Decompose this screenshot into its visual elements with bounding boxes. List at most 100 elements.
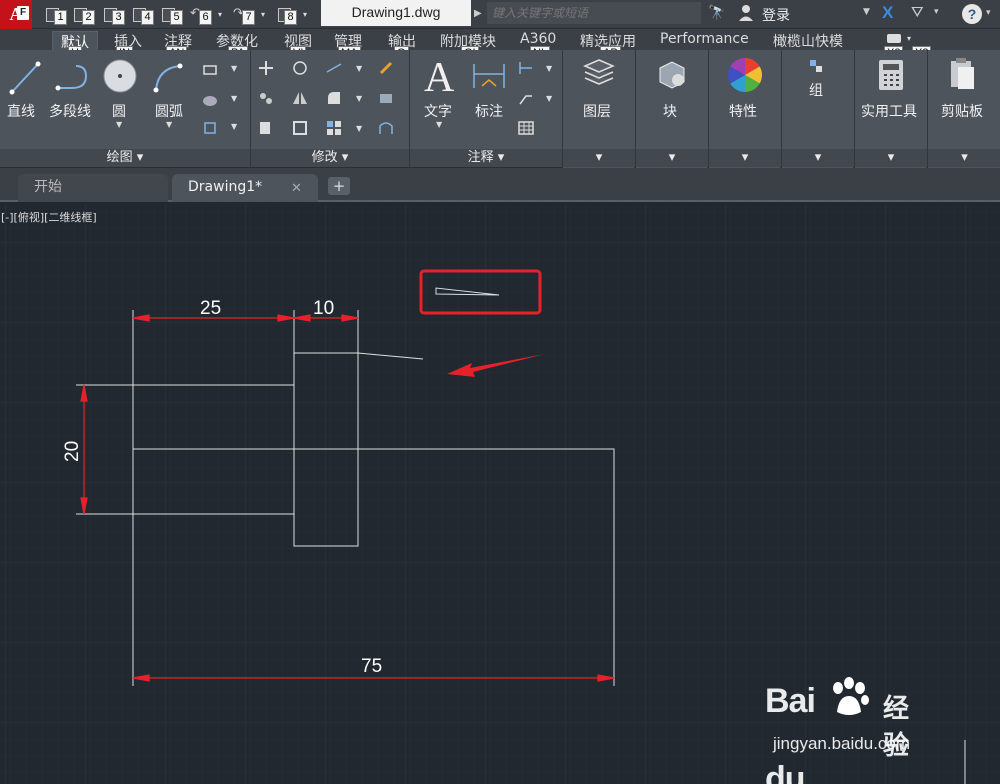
boundary-dropdown-icon[interactable]: ▼ [231, 122, 237, 131]
hatch-icon[interactable] [202, 92, 218, 108]
leader-icon[interactable] [518, 90, 534, 106]
layers-panel[interactable]: 图层 ▾ [562, 50, 635, 168]
fillet-icon[interactable] [326, 90, 342, 106]
circle-icon [103, 59, 137, 93]
stretch-icon[interactable] [258, 120, 274, 136]
rectangle-icon[interactable] [202, 62, 218, 78]
modify-panel-title[interactable]: 修改 ▾ [251, 149, 409, 167]
user-icon[interactable] [738, 4, 754, 22]
search-input[interactable] [487, 2, 701, 24]
a360-icon[interactable]: ⛛ [911, 3, 924, 21]
block-expand-icon[interactable]: ▾ [636, 149, 708, 167]
binoculars-icon[interactable]: 🔭 [708, 5, 725, 21]
qa-redo-button[interactable]: ↷ 7 [232, 5, 255, 25]
linear-dim-icon[interactable] [518, 60, 534, 76]
utilities-panel[interactable]: 实用工具 ▾ [854, 50, 927, 168]
circle-dropdown-icon[interactable]: ▼ [116, 120, 122, 129]
text-dropdown-icon[interactable]: ▼ [436, 120, 442, 129]
tab-olive-quick[interactable]: 橄榄山快模 [773, 31, 843, 51]
explode-icon[interactable] [378, 90, 394, 106]
layers-expand-icon[interactable]: ▾ [563, 149, 635, 167]
rectangle-dropdown-icon[interactable]: ▼ [231, 64, 237, 73]
hatch-dropdown-icon[interactable]: ▼ [231, 94, 237, 103]
scale-icon[interactable] [292, 120, 308, 136]
group-label: 组 [809, 83, 823, 99]
qa-web-button[interactable]: 5 [160, 5, 183, 25]
undo-dropdown-icon[interactable]: ▾ [218, 10, 222, 19]
table-icon[interactable] [518, 120, 534, 136]
utilities-expand-icon[interactable]: ▾ [855, 149, 927, 167]
ribbon-tab-bar: 默认 插入 注释 参数化 视图 管理 输出 附加模块 A360 精选应用 Per… [0, 29, 1000, 51]
tab-a360[interactable]: A360 [520, 31, 556, 47]
array-dropdown-icon[interactable]: ▼ [356, 124, 362, 133]
trim-icon[interactable] [326, 60, 342, 76]
leader-dropdown-icon[interactable]: ▼ [546, 94, 552, 103]
circle-button[interactable]: 圆 [112, 101, 126, 121]
text-button[interactable]: 文字 [424, 101, 452, 121]
tab-performance[interactable]: Performance [660, 31, 749, 47]
dim-10-text[interactable]: 10 [313, 298, 334, 319]
group-icon [810, 60, 822, 72]
tab-start[interactable]: 开始 [18, 174, 168, 202]
qa-open-button[interactable]: 2 [72, 5, 95, 25]
document-tab-bar: 开始 Drawing1* [0, 168, 1000, 202]
boundary-icon[interactable] [202, 120, 218, 136]
draw-panel-title[interactable]: 绘图 ▾ [0, 149, 250, 167]
dim-20-text[interactable]: 20 [62, 441, 83, 462]
trim-dropdown-icon[interactable]: ▼ [356, 64, 362, 73]
keytip: 2 [82, 10, 95, 25]
block-label: 块 [663, 104, 677, 120]
linear-dim-dropdown-icon[interactable]: ▼ [546, 64, 552, 73]
arc-dropdown-icon[interactable]: ▼ [166, 120, 172, 129]
watermark-url: jingyan.baidu.com [773, 734, 911, 753]
viewport-controls[interactable]: [-][俯视][二维线框] [1, 209, 97, 225]
exchange-icon[interactable]: X [882, 3, 893, 23]
polyline-button[interactable]: 多段线 [49, 101, 91, 121]
array-icon[interactable] [326, 120, 342, 136]
keytip: 3 [112, 10, 125, 25]
redo-dropdown-icon[interactable]: ▾ [261, 10, 265, 19]
login-button[interactable]: 登录 [762, 5, 790, 25]
close-tab-icon[interactable]: ✕ [291, 181, 302, 196]
group-panel[interactable]: 组 ▾ [781, 50, 854, 168]
qa-new-button[interactable]: 1 [44, 5, 67, 25]
block-panel[interactable]: 块 ▾ [635, 50, 708, 168]
properties-label: 特性 [729, 104, 757, 120]
clipboard-expand-icon[interactable]: ▾ [928, 149, 1000, 167]
rotate-icon[interactable] [292, 60, 308, 76]
fillet-dropdown-icon[interactable]: ▼ [356, 94, 362, 103]
ribbon-toggle-dropdown-icon[interactable]: ▾ [907, 34, 911, 43]
color-wheel-icon [728, 58, 762, 92]
search-expand-icon[interactable]: ▶ [474, 8, 482, 19]
offset-icon[interactable] [378, 120, 394, 136]
arc-button[interactable]: 圆弧 [155, 101, 183, 121]
app-menu-button[interactable]: A F [0, 0, 32, 29]
clipboard-panel[interactable]: 剪贴板 ▾ [927, 50, 1000, 168]
qa-plot-button[interactable]: 8 [276, 5, 298, 25]
dim-25-text[interactable]: 25 [200, 298, 221, 319]
copy-icon[interactable] [258, 90, 274, 106]
qa-undo-button[interactable]: ↶ 6 [189, 5, 212, 25]
line-icon [9, 61, 41, 95]
properties-expand-icon[interactable]: ▾ [709, 149, 781, 167]
properties-panel[interactable]: 特性 ▾ [708, 50, 781, 168]
mirror-icon[interactable] [292, 90, 308, 106]
dimension-button[interactable]: 标注 [475, 101, 503, 121]
group-expand-icon[interactable]: ▾ [782, 149, 854, 167]
erase-icon[interactable] [378, 60, 394, 76]
annotation-panel-title[interactable]: 注释 ▾ [410, 149, 562, 167]
a360-dropdown-icon[interactable]: ▾ [934, 7, 939, 17]
document-title: Drawing1.dwg [321, 0, 471, 26]
qa-save-button[interactable]: 3 [102, 5, 125, 25]
help-dropdown-icon[interactable]: ▾ [986, 8, 991, 18]
qa-customize-icon[interactable]: ▾ [303, 10, 307, 19]
block-icon [659, 61, 685, 89]
dim-75-text[interactable]: 75 [361, 656, 382, 677]
qa-saveas-button[interactable]: 4 [131, 5, 154, 25]
add-tab-icon[interactable]: + [328, 177, 350, 195]
line-button[interactable]: 直线 [7, 101, 35, 121]
move-icon[interactable] [258, 60, 274, 76]
login-dropdown-icon[interactable]: ▼ [863, 7, 870, 17]
help-icon[interactable]: ? [962, 4, 982, 24]
ribbon-toggle-icon[interactable] [887, 34, 901, 43]
